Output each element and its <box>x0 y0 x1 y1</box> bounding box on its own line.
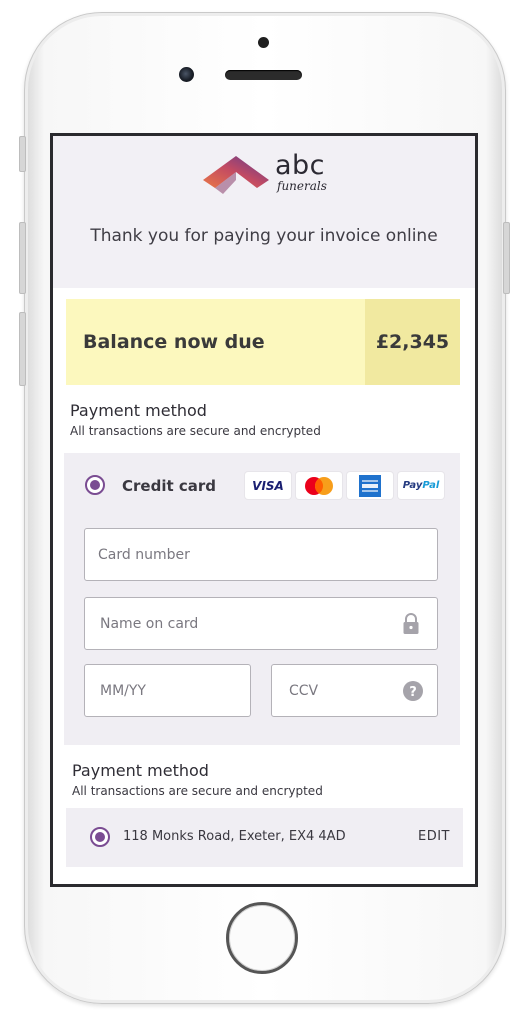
address-radio[interactable] <box>90 827 110 847</box>
balance-label: Balance now due <box>83 331 265 353</box>
credit-card-panel: Credit card VISA PayPal Card number Name… <box>64 453 460 745</box>
card-number-input[interactable]: Card number <box>84 528 438 581</box>
logo-chevron-icon <box>203 156 269 194</box>
paypal-icon: PayPal <box>398 472 444 499</box>
ccv-input[interactable]: CCV ? <box>271 664 438 717</box>
front-camera <box>179 67 194 82</box>
payment-method-subtitle: All transactions are secure and encrypte… <box>70 424 321 438</box>
payment-method-title-2: Payment method <box>72 761 209 780</box>
credit-card-radio[interactable] <box>85 475 105 495</box>
name-on-card-input[interactable]: Name on card <box>84 597 438 650</box>
address-text: 118 Monks Road, Exeter, EX4 4AD <box>123 829 346 844</box>
expiry-placeholder: MM/YY <box>100 682 146 699</box>
logo-subtitle: funerals <box>277 179 327 193</box>
payment-method-subtitle-2: All transactions are secure and encrypte… <box>72 784 323 798</box>
edit-address-link[interactable]: EDIT <box>418 829 450 844</box>
logo-wordmark: abc funerals <box>275 152 327 193</box>
mastercard-icon <box>296 472 342 499</box>
lock-icon <box>403 612 419 634</box>
mute-switch <box>19 136 26 172</box>
logo-name: abc <box>275 150 326 181</box>
name-on-card-placeholder: Name on card <box>100 615 199 632</box>
payment-method-title: Payment method <box>70 401 207 420</box>
volume-up-button <box>19 222 26 294</box>
help-icon[interactable]: ? <box>403 680 423 701</box>
ccv-placeholder: CCV <box>289 682 319 699</box>
page-title: Thank you for paying your invoice online <box>90 226 438 246</box>
address-option[interactable]: 118 Monks Road, Exeter, EX4 4AD EDIT <box>66 808 463 867</box>
home-button[interactable] <box>226 902 298 974</box>
phone-screen: abc funerals Thank you for paying your i… <box>50 133 478 887</box>
page-header: abc funerals Thank you for paying your i… <box>53 136 475 288</box>
credit-card-label[interactable]: Credit card <box>122 477 216 495</box>
amex-icon <box>347 472 393 499</box>
expiry-input[interactable]: MM/YY <box>84 664 251 717</box>
visa-icon: VISA <box>245 472 291 499</box>
volume-down-button <box>19 312 26 386</box>
svg-text:?: ? <box>409 685 417 700</box>
balance-banner: Balance now due £2,345 <box>66 299 460 385</box>
power-button <box>503 222 510 294</box>
proximity-sensor <box>258 37 269 48</box>
balance-amount: £2,345 <box>365 299 460 385</box>
earpiece-speaker <box>225 70 302 80</box>
card-number-placeholder: Card number <box>98 546 190 563</box>
